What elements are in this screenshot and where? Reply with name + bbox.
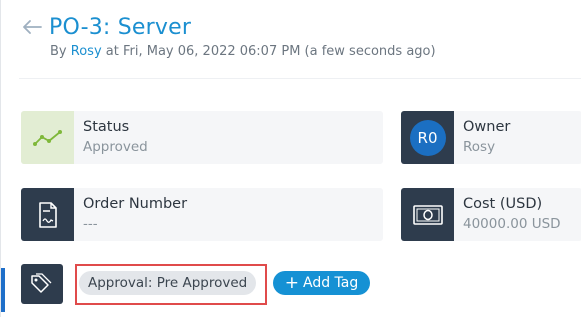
order-number-value: --- [83,216,98,232]
add-tag-label: Add Tag [302,275,359,291]
status-label: Status [83,119,130,135]
author-link[interactable]: Rosy [71,44,102,59]
order-number-label: Order Number [83,196,188,212]
money-icon [401,188,454,241]
timestamp: at Fri, May 06, 2022 06:07 PM (a few sec… [105,44,436,59]
tag-icon [21,264,63,304]
plus-icon: + [284,272,299,293]
document-icon [21,188,74,241]
owner-card: R0 Owner Rosy [401,111,581,164]
status-card: Status Approved [21,111,383,164]
created-by-line: By Rosy at Fri, May 06, 2022 06:07 PM (a… [50,44,436,59]
cost-value: 40000.00 USD [463,216,561,232]
by-prefix: By [50,44,67,59]
page-title: PO-3: Server [49,14,192,40]
header: PO-3: Server [19,12,191,42]
cost-label: Cost (USD) [463,196,543,212]
owner-label: Owner [463,119,511,135]
divider [19,78,581,79]
order-number-card: Order Number --- [21,188,383,241]
owner-value: Rosy [463,139,496,155]
tag-chip[interactable]: Approval: Pre Approved [79,271,257,295]
back-arrow-icon[interactable] [19,14,45,40]
owner-avatar-box: R0 [401,111,454,164]
left-accent-bar [1,268,5,312]
add-tag-button[interactable]: + Add Tag [273,271,370,295]
page: PO-3: Server By Rosy at Fri, May 06, 202… [0,0,581,317]
trend-line-icon [21,111,74,164]
cost-card: Cost (USD) 40000.00 USD [401,188,581,241]
status-value: Approved [83,139,148,155]
avatar: R0 [409,119,446,156]
